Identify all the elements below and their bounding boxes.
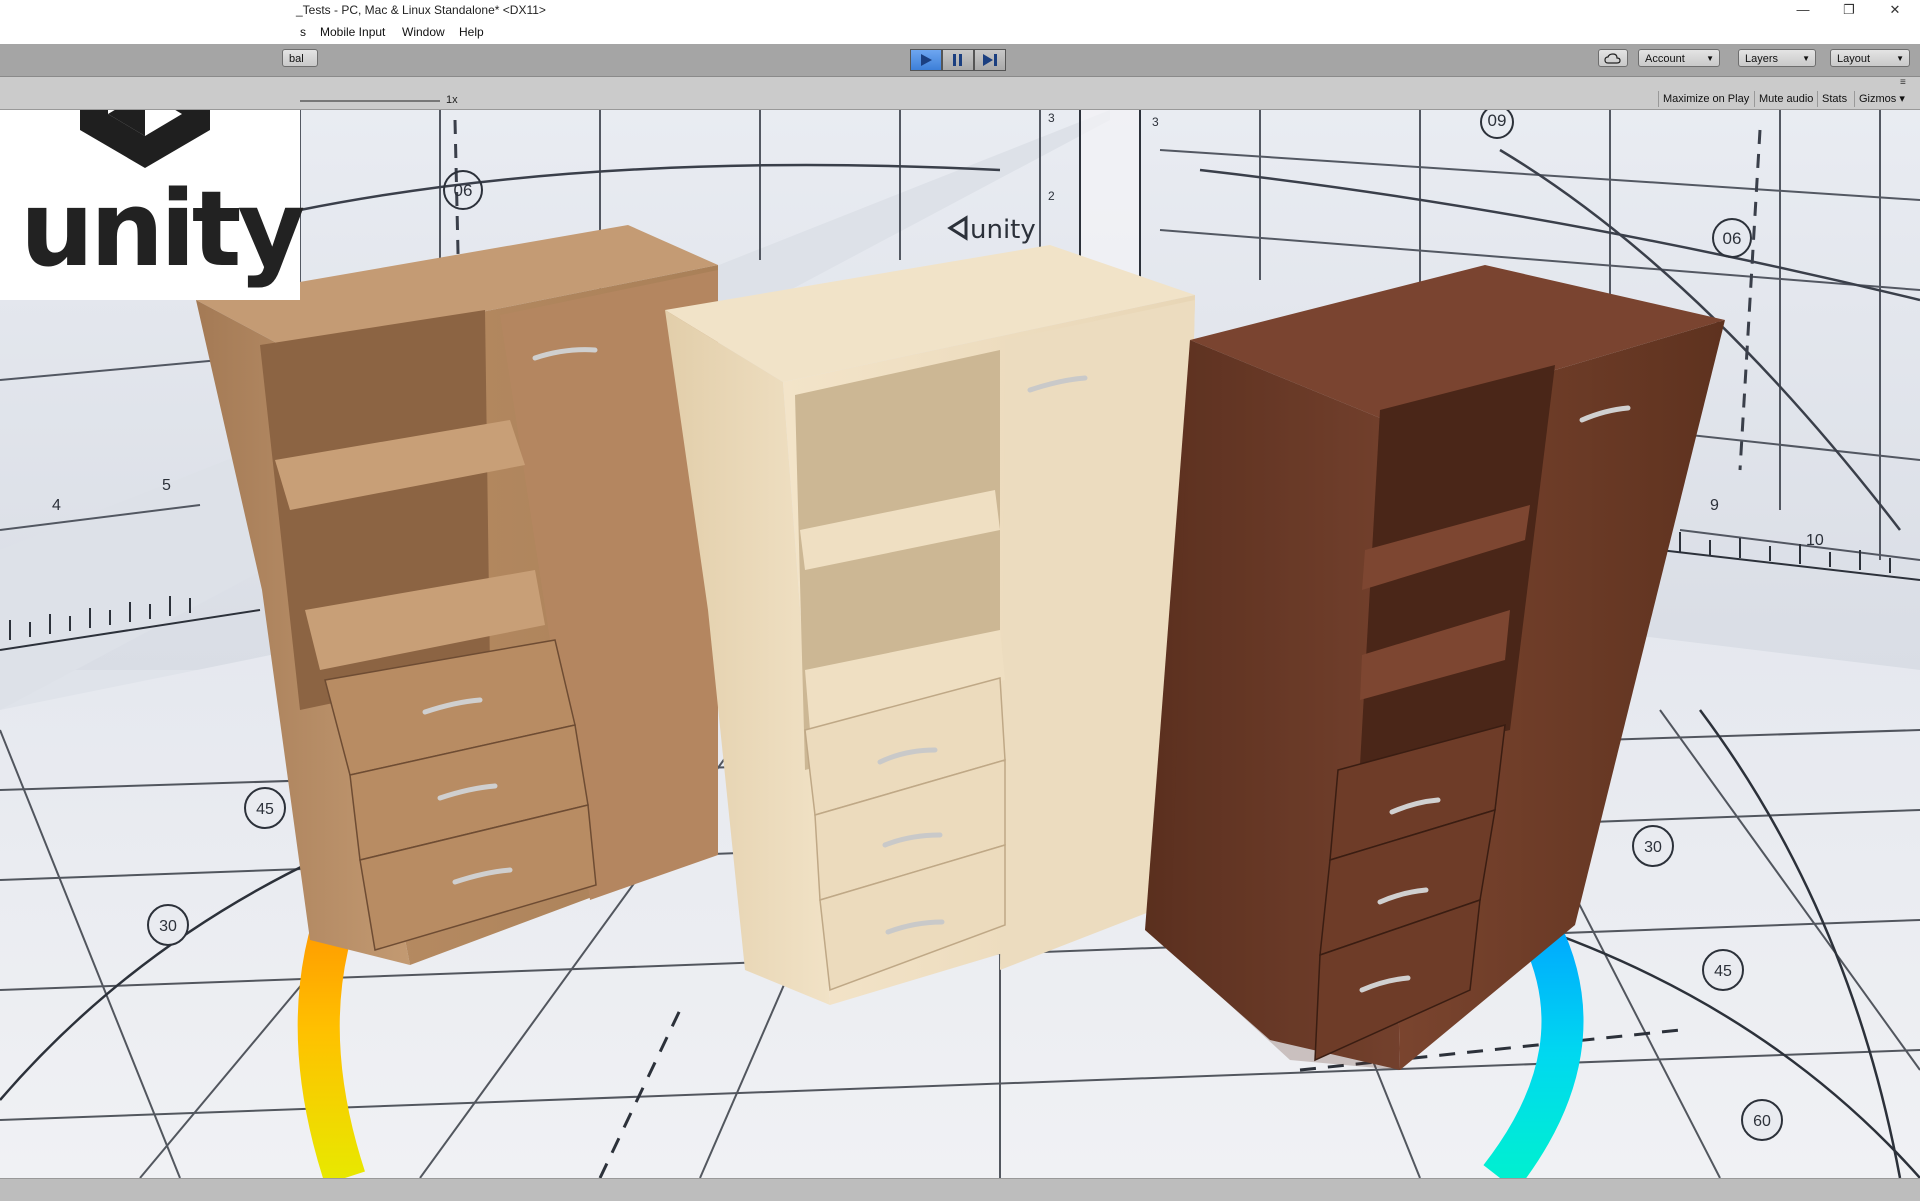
- scale-slider-track[interactable]: [300, 100, 440, 102]
- account-label: Account: [1645, 53, 1685, 65]
- menu-item-window[interactable]: Window: [402, 25, 445, 39]
- gizmos-dropdown[interactable]: Gizmos ▾: [1854, 91, 1909, 107]
- ruler-number: 2: [1048, 189, 1055, 203]
- step-icon: [983, 54, 997, 66]
- ruler-number: 4: [52, 497, 61, 514]
- window-titlebar: _Tests - PC, Mac & Linux Standalone* <DX…: [0, 0, 1920, 22]
- unity-logo-text: unity: [20, 168, 305, 290]
- wall-label: 09: [1488, 111, 1507, 130]
- menu-item-help[interactable]: Help: [459, 25, 484, 39]
- ruler-number: 5: [162, 477, 171, 494]
- mute-audio-toggle[interactable]: Mute audio: [1754, 91, 1817, 107]
- stats-toggle[interactable]: Stats: [1817, 91, 1851, 107]
- window-title: _Tests - PC, Mac & Linux Standalone* <DX…: [296, 3, 546, 17]
- play-button[interactable]: [910, 49, 942, 71]
- layout-label: Layout: [1837, 53, 1871, 65]
- ruler-number: 3: [1152, 115, 1159, 129]
- menu-bar: s Mobile Input Window Help: [0, 22, 1920, 44]
- game-viewport[interactable]: 4 5 9 10 3 2 3 06 06 09 unity 45 30 30 4…: [0, 110, 1920, 1178]
- restore-button[interactable]: ❐: [1826, 0, 1872, 22]
- pause-button[interactable]: [942, 49, 974, 71]
- cloud-button[interactable]: [1598, 49, 1628, 67]
- cloud-icon: [1604, 53, 1621, 64]
- floor-label: 45: [1714, 963, 1732, 980]
- floor-label: 45: [256, 801, 274, 818]
- menu-item-partial[interactable]: s: [300, 25, 306, 39]
- step-button[interactable]: [974, 49, 1006, 71]
- account-dropdown[interactable]: Account ▼: [1638, 49, 1720, 67]
- gizmos-label: Gizmos: [1859, 93, 1897, 105]
- scale-label: 1x: [446, 94, 458, 106]
- chevron-down-icon: ▼: [1706, 54, 1714, 63]
- wall-label: 06: [454, 181, 473, 200]
- layers-dropdown[interactable]: Layers ▼: [1738, 49, 1816, 67]
- cabinet-maple: [665, 245, 1195, 1005]
- floor-label: 60: [1753, 1113, 1771, 1130]
- chevron-down-icon: ▼: [1896, 54, 1904, 63]
- global-toggle-button[interactable]: bal: [282, 49, 318, 67]
- minimize-button[interactable]: —: [1780, 0, 1826, 22]
- wall-label: 06: [1723, 229, 1742, 248]
- ruler-number: 9: [1710, 497, 1719, 514]
- close-button[interactable]: ✕: [1872, 0, 1918, 22]
- play-icon: [921, 54, 932, 66]
- panel-menu-icon[interactable]: ≡: [1900, 77, 1906, 88]
- menu-item-mobile-input[interactable]: Mobile Input: [320, 25, 385, 39]
- pause-icon: [953, 54, 962, 66]
- main-toolbar: bal Account ▼ Layers ▼ Layout ▼: [0, 44, 1920, 77]
- maximize-on-play-toggle[interactable]: Maximize on Play: [1658, 91, 1753, 107]
- ruler-number: 3: [1048, 111, 1055, 125]
- layout-dropdown[interactable]: Layout ▼: [1830, 49, 1910, 67]
- ruler-number: 10: [1806, 532, 1824, 549]
- floor-label: 30: [159, 918, 177, 935]
- status-bar: [0, 1178, 1920, 1201]
- floor-label: 30: [1644, 839, 1662, 856]
- game-view-toolbar: 1x Maximize on Play Mute audio Stats Giz…: [0, 77, 1920, 110]
- chevron-down-icon: ▼: [1802, 54, 1810, 63]
- unity-logo-overlay: unity: [0, 110, 305, 300]
- backdrop-logo-text: unity: [970, 215, 1036, 245]
- layers-label: Layers: [1745, 53, 1779, 65]
